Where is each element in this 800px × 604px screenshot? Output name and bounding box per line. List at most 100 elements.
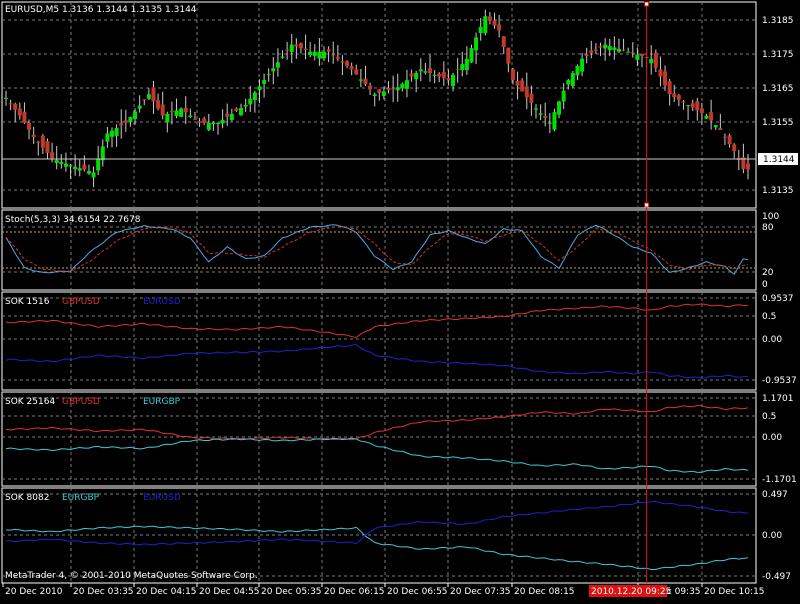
candle-body[interactable]	[275, 62, 280, 68]
candle-body[interactable]	[119, 122, 124, 126]
candle-body[interactable]	[713, 125, 718, 128]
cursor-handle-top[interactable]	[644, 1, 650, 7]
candle-body[interactable]	[50, 152, 55, 159]
series-line-gbpusd[interactable]	[5, 404, 749, 441]
candle-body[interactable]	[63, 163, 68, 167]
candle-body[interactable]	[501, 36, 506, 47]
candle-body[interactable]	[363, 78, 368, 85]
candle-body[interactable]	[672, 93, 677, 98]
candle-body[interactable]	[13, 103, 18, 110]
cursor-handle-bottom[interactable]	[644, 202, 650, 208]
candle-body[interactable]	[722, 136, 727, 138]
candle-body[interactable]	[73, 166, 78, 170]
candle-body[interactable]	[183, 108, 188, 113]
candle-body[interactable]	[510, 69, 515, 81]
candle-body[interactable]	[128, 117, 133, 122]
candle-body[interactable]	[746, 163, 750, 170]
candle-body[interactable]	[91, 172, 96, 178]
candle-body[interactable]	[354, 69, 359, 75]
candle-body[interactable]	[584, 54, 589, 56]
candle-body[interactable]	[538, 113, 543, 115]
candle-body[interactable]	[414, 73, 419, 80]
series-line-eurgbp[interactable]	[5, 525, 749, 570]
candle-body[interactable]	[372, 94, 377, 97]
candle-body[interactable]	[400, 83, 405, 89]
metatrader-chart-window[interactable]: 1.3185 1.3175 1.3165 1.3155 1.3135 1.3144 EURU…	[0, 0, 800, 600]
candle-body[interactable]	[464, 58, 469, 71]
candle-body[interactable]	[699, 108, 704, 113]
series-line-eurusd[interactable]	[5, 343, 749, 379]
candle-body[interactable]	[649, 58, 654, 64]
candle-body[interactable]	[257, 86, 262, 91]
candle-body[interactable]	[160, 104, 165, 116]
candle-body[interactable]	[483, 16, 488, 34]
candle-body[interactable]	[686, 105, 691, 107]
candle-body[interactable]	[616, 48, 621, 52]
candle-body[interactable]	[82, 164, 87, 170]
candle-body[interactable]	[607, 46, 612, 51]
candle-body[interactable]	[635, 54, 640, 60]
candle-body[interactable]	[59, 161, 64, 164]
candle-body[interactable]	[156, 100, 161, 109]
candle-body[interactable]	[216, 122, 220, 124]
candle-body[interactable]	[455, 68, 460, 70]
candle-body[interactable]	[561, 90, 566, 102]
candle-body[interactable]	[345, 61, 350, 66]
candle-body[interactable]	[612, 47, 617, 50]
candle-body[interactable]	[621, 49, 626, 51]
candle-body[interactable]	[114, 128, 119, 136]
candle-body[interactable]	[377, 89, 382, 93]
candle-body[interactable]	[188, 115, 193, 118]
candle-body[interactable]	[566, 80, 571, 85]
candle-body[interactable]	[22, 111, 27, 123]
candle-body[interactable]	[225, 113, 230, 117]
candle-body[interactable]	[308, 51, 313, 55]
candle-body[interactable]	[229, 113, 234, 121]
candle-body[interactable]	[391, 88, 396, 90]
candle-body[interactable]	[469, 48, 474, 63]
candle-body[interactable]	[358, 79, 363, 81]
candle-body[interactable]	[197, 121, 202, 123]
candle-body[interactable]	[709, 112, 714, 121]
candle-body[interactable]	[317, 51, 322, 59]
candle-body[interactable]	[418, 69, 423, 72]
candle-body[interactable]	[239, 107, 244, 116]
candle-body[interactable]	[252, 92, 257, 100]
candle-body[interactable]	[524, 86, 529, 98]
candle-body[interactable]	[506, 47, 511, 64]
candle-body[interactable]	[77, 168, 82, 171]
candle-body[interactable]	[262, 80, 267, 84]
candle-body[interactable]	[312, 51, 317, 56]
candle-body[interactable]	[423, 71, 428, 73]
candle-body[interactable]	[211, 122, 216, 125]
candle-body[interactable]	[179, 108, 184, 117]
candle-body[interactable]	[437, 73, 442, 77]
candle-body[interactable]	[266, 74, 271, 76]
candle-body[interactable]	[663, 71, 668, 86]
candle-body[interactable]	[718, 128, 723, 130]
candle-body[interactable]	[285, 49, 290, 51]
candle-body[interactable]	[206, 122, 211, 130]
candle-body[interactable]	[626, 51, 631, 53]
candle-body[interactable]	[474, 37, 479, 51]
candle-body[interactable]	[570, 73, 575, 87]
candle-body[interactable]	[575, 65, 580, 76]
candle-body[interactable]	[460, 64, 465, 71]
candle-body[interactable]	[142, 99, 147, 101]
candle-body[interactable]	[298, 43, 303, 49]
candle-body[interactable]	[243, 105, 248, 107]
candle-body[interactable]	[534, 108, 538, 110]
candle-body[interactable]	[220, 119, 225, 124]
candle-body[interactable]	[676, 95, 681, 100]
candle-body[interactable]	[234, 108, 239, 111]
candle-body[interactable]	[640, 53, 644, 56]
candle-body[interactable]	[598, 46, 603, 48]
candle-body[interactable]	[123, 120, 128, 123]
candle-body[interactable]	[704, 115, 709, 119]
candle-body[interactable]	[492, 20, 497, 26]
candle-body[interactable]	[441, 71, 446, 79]
candle-body[interactable]	[340, 61, 345, 63]
candle-body[interactable]	[732, 144, 737, 152]
candle-body[interactable]	[658, 69, 663, 77]
candle-body[interactable]	[515, 81, 520, 86]
